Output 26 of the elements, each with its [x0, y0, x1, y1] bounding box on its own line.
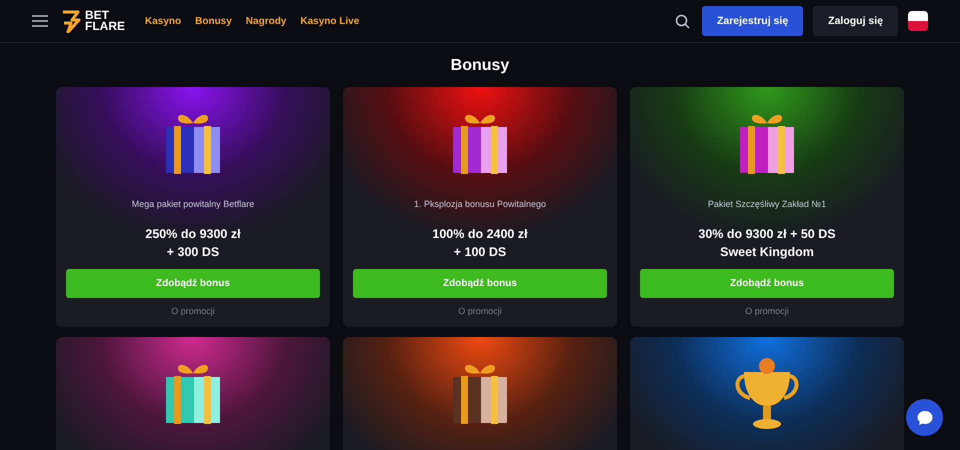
logo-text[interactable]: BET — [85, 10, 125, 21]
promo-link[interactable]: O promocji — [458, 306, 502, 316]
bonus-name: Pakiet Szczęśliwy Zakład №1 — [708, 199, 826, 209]
nav-link[interactable]: Nagrody — [246, 16, 286, 26]
page-title: Bonusy — [450, 57, 510, 75]
login-button[interactable]: Zaloguj się — [813, 6, 898, 36]
nav-link[interactable]: Kasyno Live — [300, 16, 360, 26]
nav-link[interactable]: Bonusy — [195, 16, 232, 26]
promo-link[interactable]: O promocji — [745, 306, 789, 316]
chat-bubble-icon — [916, 408, 934, 426]
nav-link[interactable]: Kasyno — [145, 16, 182, 26]
register-button[interactable]: Zarejestruj się — [702, 6, 804, 36]
offer-text: 100% do 2400 zł — [432, 226, 528, 243]
search-icon[interactable] — [674, 14, 690, 28]
menu-icon[interactable] — [32, 15, 48, 27]
promo-link[interactable]: O promocji — [171, 306, 215, 316]
bonus-name: 1. Pksplozja bonusu Powitalnego — [414, 199, 546, 209]
offer-text: + 300 DS — [166, 244, 220, 261]
bonus-name: Mega pakiet powitalny Betflare — [132, 199, 254, 209]
offer-text: 30% do 9300 zł + 50 DS — [698, 226, 836, 243]
offer-text: + 100 DS — [454, 244, 506, 261]
logo-text[interactable]: FLARE — [85, 21, 125, 32]
offer-text: Sweet Kingdom — [720, 244, 814, 261]
offer-text: 250% do 9300 zł — [145, 226, 241, 243]
chat-button[interactable] — [906, 399, 943, 436]
flag-icon[interactable] — [908, 11, 928, 31]
